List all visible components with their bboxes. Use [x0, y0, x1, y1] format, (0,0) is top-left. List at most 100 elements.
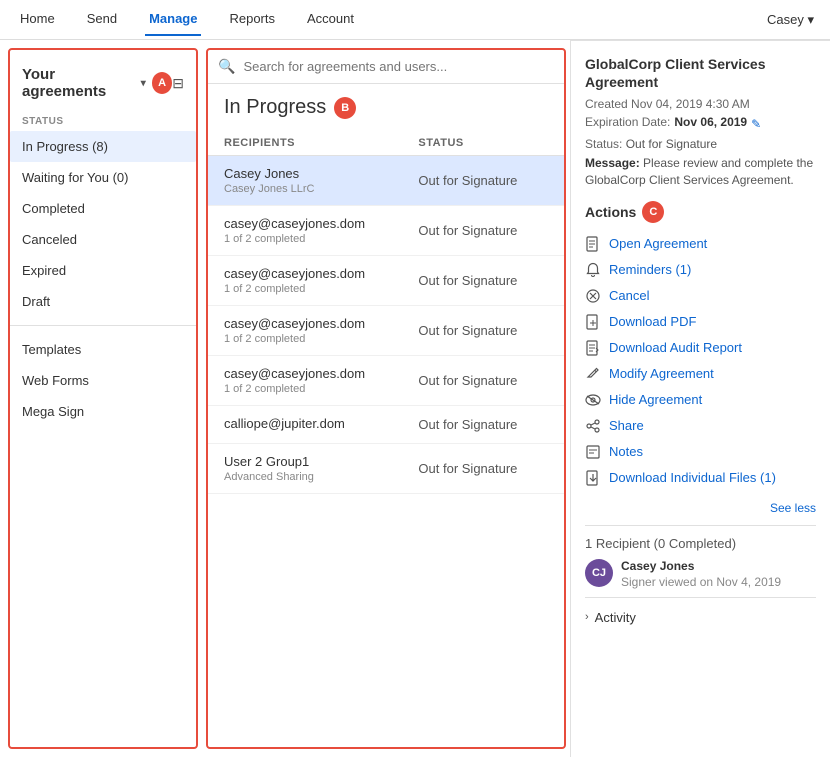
main-layout: Your agreements ▾ A ⊟ STATUS In Progress… — [0, 40, 830, 757]
recipient-section: 1 Recipient (0 Completed) CJ Casey Jones… — [585, 525, 816, 589]
table-row[interactable]: casey@caseyjones.dom 1 of 2 completed Ou… — [208, 356, 564, 406]
table-row[interactable]: User 2 Group1 Advanced Sharing Out for S… — [208, 444, 564, 494]
status-label: STATUS — [10, 112, 196, 131]
sidebar-item-webforms[interactable]: Web Forms — [10, 365, 196, 396]
recipient-name: Casey Jones — [224, 166, 418, 181]
recipients-table: RECIPIENTS STATUS Casey Jones Casey Jone… — [208, 131, 564, 747]
sidebar-header: Your agreements ▾ A ⊟ — [10, 58, 196, 112]
nav-reports[interactable]: Reports — [225, 3, 279, 36]
action-download-files[interactable]: Download Individual Files (1) — [585, 465, 816, 491]
sidebar-item-completed[interactable]: Completed — [10, 193, 196, 224]
badge-a: A — [152, 72, 172, 94]
action-label: Open Agreement — [609, 236, 707, 251]
row-status: Out for Signature — [418, 373, 548, 388]
nav-manage[interactable]: Manage — [145, 3, 201, 36]
nav-items: Home Send Manage Reports Account — [16, 3, 358, 36]
filter-icon[interactable]: ⊟ — [172, 75, 184, 92]
audit-icon — [585, 340, 601, 356]
action-cancel[interactable]: Cancel — [585, 283, 816, 309]
row-status: Out for Signature — [418, 323, 548, 338]
action-label: Download Individual Files (1) — [609, 470, 776, 485]
sidebar-item-draft[interactable]: Draft — [10, 286, 196, 317]
action-label: Modify Agreement — [609, 366, 714, 381]
badge-b: B — [334, 97, 356, 119]
recipient-sub: 1 of 2 completed — [224, 333, 418, 345]
expiration-row: Expiration Date: Nov 06, 2019 ✎ — [585, 115, 816, 133]
action-notes[interactable]: Notes — [585, 439, 816, 465]
recipient-name: casey@caseyjones.dom — [224, 316, 418, 331]
recipient-name: casey@caseyjones.dom — [224, 266, 418, 281]
recipient-name: casey@caseyjones.dom — [224, 216, 418, 231]
sidebar-item-megasign[interactable]: Mega Sign — [10, 396, 196, 427]
recipient-info: casey@caseyjones.dom 1 of 2 completed — [224, 266, 418, 295]
activity-label: Activity — [595, 610, 636, 625]
row-status: Out for Signature — [418, 223, 548, 238]
row-status: Out for Signature — [418, 173, 548, 188]
action-label: Download Audit Report — [609, 340, 742, 355]
chevron-down-icon: ▾ — [141, 78, 146, 89]
sidebar-item-waitingforyou[interactable]: Waiting for You (0) — [10, 162, 196, 193]
table-row[interactable]: casey@caseyjones.dom 1 of 2 completed Ou… — [208, 256, 564, 306]
action-label: Hide Agreement — [609, 392, 702, 407]
action-label: Share — [609, 418, 644, 433]
recipient-name: calliope@jupiter.dom — [224, 416, 418, 431]
expiration-label: Expiration Date: — [585, 115, 670, 129]
right-panel: GlobalCorp Client Services Agreement Cre… — [570, 40, 830, 757]
action-label: Download PDF — [609, 314, 696, 329]
edit-icon[interactable]: ✎ — [751, 117, 761, 131]
recipient-detail-name: Casey Jones — [621, 559, 781, 573]
message-label: Message: — [585, 156, 640, 170]
row-status: Out for Signature — [418, 417, 548, 432]
sidebar-title-text: Your agreements — [22, 66, 135, 100]
expiration-date: Nov 06, 2019 — [674, 115, 747, 129]
search-icon: 🔍 — [218, 58, 235, 75]
col-header-status: STATUS — [418, 137, 548, 149]
your-agreements-title[interactable]: Your agreements ▾ A — [22, 66, 172, 100]
hide-icon — [585, 392, 601, 408]
recipient-info: User 2 Group1 Advanced Sharing — [224, 454, 418, 483]
action-share[interactable]: Share — [585, 413, 816, 439]
action-download-audit[interactable]: Download Audit Report — [585, 335, 816, 361]
action-reminders[interactable]: Reminders (1) — [585, 257, 816, 283]
action-open-agreement[interactable]: Open Agreement — [585, 231, 816, 257]
col-header-recipients: RECIPIENTS — [224, 137, 418, 149]
status-row: Status: Out for Signature — [585, 137, 816, 151]
badge-c: C — [642, 201, 664, 223]
nav-account[interactable]: Account — [303, 3, 358, 36]
table-row[interactable]: casey@caseyjones.dom 1 of 2 completed Ou… — [208, 206, 564, 256]
table-row[interactable]: casey@caseyjones.dom 1 of 2 completed Ou… — [208, 306, 564, 356]
recipient-item: CJ Casey Jones Signer viewed on Nov 4, 2… — [585, 559, 816, 589]
status-value: Out for Signature — [626, 137, 717, 151]
recipient-info: casey@caseyjones.dom 1 of 2 completed — [224, 216, 418, 245]
sidebar-divider — [10, 325, 196, 326]
recipient-name: User 2 Group1 — [224, 454, 418, 469]
table-row[interactable]: Casey Jones Casey Jones LLrC Out for Sig… — [208, 156, 564, 206]
recipient-sub: 1 of 2 completed — [224, 233, 418, 245]
action-hide[interactable]: Hide Agreement — [585, 387, 816, 413]
action-download-pdf[interactable]: Download PDF — [585, 309, 816, 335]
activity-header[interactable]: › Activity — [585, 606, 816, 629]
sidebar-item-inprogress[interactable]: In Progress (8) — [10, 131, 196, 162]
avatar: CJ — [585, 559, 613, 587]
nav-send[interactable]: Send — [83, 3, 121, 36]
status-label: Status: — [585, 137, 622, 151]
download-files-icon — [585, 470, 601, 486]
recipient-detail-sub: Signer viewed on Nov 4, 2019 — [621, 575, 781, 589]
nav-home[interactable]: Home — [16, 3, 59, 36]
table-col-headers: RECIPIENTS STATUS — [208, 131, 564, 156]
sidebar-item-expired[interactable]: Expired — [10, 255, 196, 286]
actions-title: Actions C — [585, 201, 816, 223]
see-less-button[interactable]: See less — [585, 501, 816, 515]
search-input[interactable] — [243, 59, 554, 74]
action-label: Notes — [609, 444, 643, 459]
recipient-info: casey@caseyjones.dom 1 of 2 completed — [224, 316, 418, 345]
action-label: Cancel — [609, 288, 649, 303]
row-status: Out for Signature — [418, 273, 548, 288]
sidebar-item-canceled[interactable]: Canceled — [10, 224, 196, 255]
table-row[interactable]: calliope@jupiter.dom Out for Signature — [208, 406, 564, 444]
recipient-sub: 1 of 2 completed — [224, 383, 418, 395]
action-label: Reminders (1) — [609, 262, 691, 277]
sidebar-item-templates[interactable]: Templates — [10, 334, 196, 365]
action-modify[interactable]: Modify Agreement — [585, 361, 816, 387]
user-menu[interactable]: Casey ▾ — [767, 12, 814, 28]
